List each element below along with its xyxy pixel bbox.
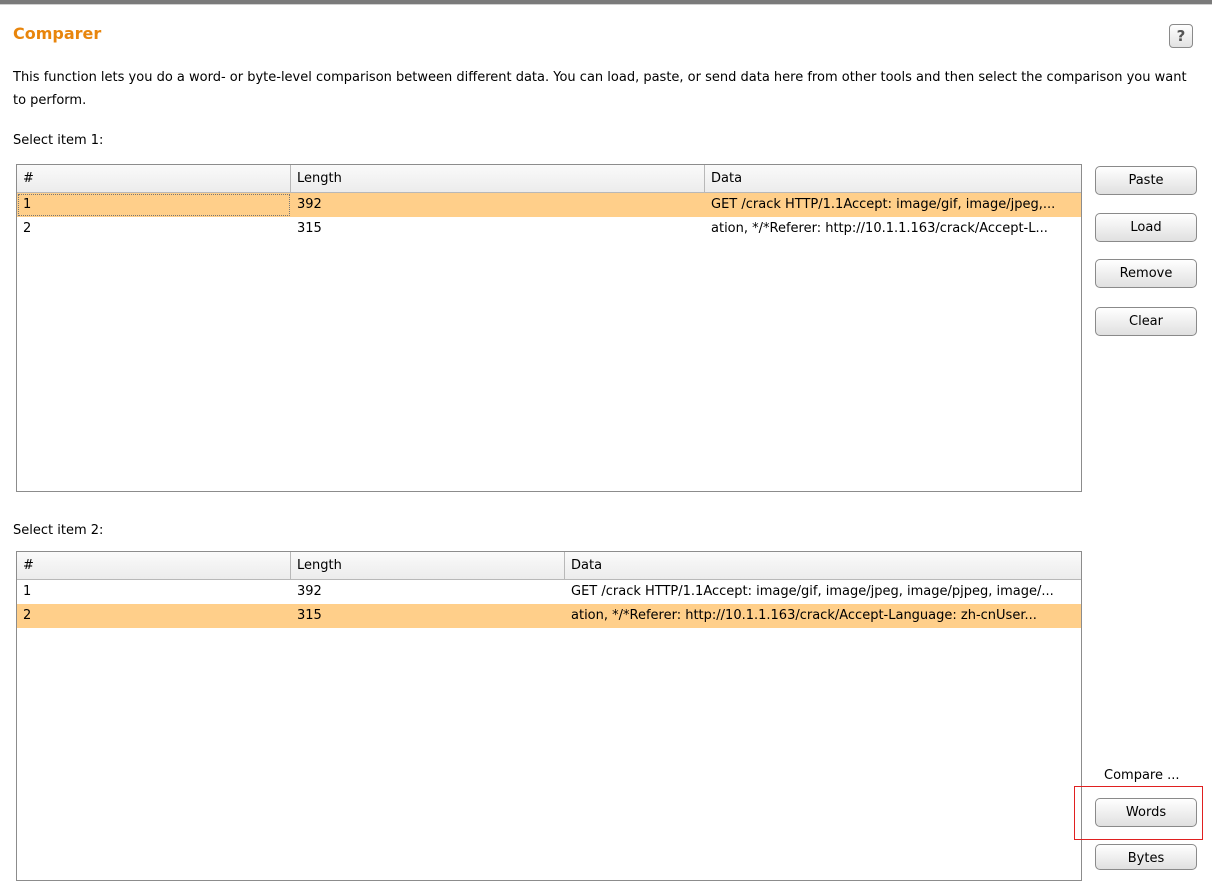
cell-length: 392: [297, 197, 322, 212]
table-row[interactable]: 1 392 GET /crack HTTP/1.1Accept: image/g…: [17, 193, 1081, 217]
cell-length: 392: [297, 584, 322, 599]
table-row[interactable]: 2 315 ation, */*Referer: http://10.1.1.1…: [17, 217, 1081, 241]
cell-num: 2: [23, 221, 32, 236]
page-title: Comparer: [13, 24, 102, 43]
item-1-table[interactable]: # Length Data 1 392 GET /crack HTTP/1.1A…: [16, 164, 1082, 492]
cell-length: 315: [297, 221, 322, 236]
compare-label: Compare ...: [1104, 768, 1180, 783]
help-icon: ?: [1176, 27, 1186, 45]
column-header-num[interactable]: #: [17, 552, 291, 579]
cell-data: GET /crack HTTP/1.1Accept: image/gif, im…: [571, 584, 1054, 599]
cell-num: 2: [23, 608, 32, 623]
column-header-length[interactable]: Length: [291, 552, 565, 579]
table-row[interactable]: 1 392 GET /crack HTTP/1.1Accept: image/g…: [17, 580, 1081, 604]
paste-button[interactable]: Paste: [1095, 166, 1197, 195]
cell-num: 1: [17, 193, 291, 217]
select-item-2-label: Select item 2:: [13, 523, 104, 538]
cell-data: ation, */*Referer: http://10.1.1.163/cra…: [711, 221, 1048, 236]
load-button[interactable]: Load: [1095, 213, 1197, 242]
column-header-length[interactable]: Length: [291, 165, 705, 192]
item-2-table[interactable]: # Length Data 1 392 GET /crack HTTP/1.1A…: [16, 551, 1082, 881]
remove-button[interactable]: Remove: [1095, 259, 1197, 288]
help-button[interactable]: ?: [1169, 24, 1193, 48]
table-header: # Length Data: [17, 552, 1081, 580]
column-header-data[interactable]: Data: [565, 552, 1081, 579]
cell-num: 1: [23, 584, 32, 599]
compare-words-button[interactable]: Words: [1095, 798, 1197, 827]
compare-bytes-button[interactable]: Bytes: [1095, 844, 1197, 870]
table-header: # Length Data: [17, 165, 1081, 193]
cell-data: ation, */*Referer: http://10.1.1.163/cra…: [571, 608, 1037, 623]
cell-length: 315: [297, 608, 322, 623]
cell-data: GET /crack HTTP/1.1Accept: image/gif, im…: [711, 197, 1056, 212]
column-header-data[interactable]: Data: [705, 165, 1081, 192]
description-text: This function lets you do a word- or byt…: [13, 70, 1187, 108]
table-row[interactable]: 2 315 ation, */*Referer: http://10.1.1.1…: [17, 604, 1081, 628]
column-header-num[interactable]: #: [17, 165, 291, 192]
window-top-border-shadow: [0, 4, 1212, 5]
clear-button[interactable]: Clear: [1095, 307, 1197, 336]
select-item-1-label: Select item 1:: [13, 133, 104, 148]
